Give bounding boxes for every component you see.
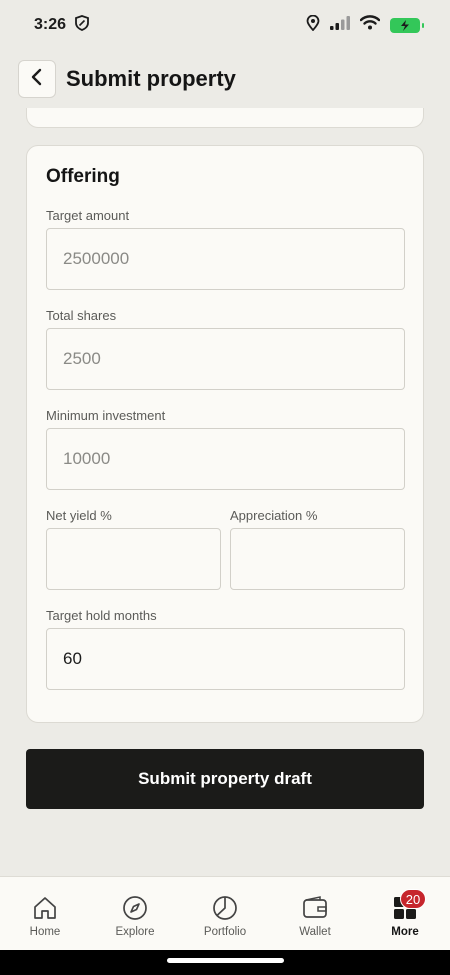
compass-icon: [122, 895, 148, 921]
location-icon: [306, 14, 320, 36]
nav-label-home: Home: [29, 926, 61, 938]
total-shares-input[interactable]: [46, 328, 405, 390]
home-indicator[interactable]: [167, 958, 284, 963]
minimum-investment-input[interactable]: [46, 428, 405, 490]
offering-title: Offering: [46, 166, 120, 187]
previous-section-card: [26, 108, 424, 128]
target-amount-label: Target amount: [46, 208, 130, 223]
wifi-icon: [359, 15, 381, 35]
nav-label-more: More: [391, 926, 419, 938]
nav-label-wallet: Wallet: [299, 926, 331, 938]
status-bar: 3:26: [0, 0, 450, 50]
back-button[interactable]: [18, 60, 56, 98]
nav-label-portfolio: Portfolio: [203, 926, 247, 938]
appreciation-input[interactable]: [230, 528, 405, 590]
header: Submit property: [18, 58, 236, 100]
submit-property-draft-button[interactable]: Submit property draft: [26, 749, 424, 809]
chevron-left-icon: [30, 68, 44, 91]
battery-icon: [390, 17, 424, 33]
pie-chart-icon: [212, 895, 238, 921]
target-hold-months-input[interactable]: [46, 628, 405, 690]
nav-label-explore: Explore: [115, 926, 155, 938]
notification-badge: 20: [400, 889, 426, 909]
nav-item-wallet[interactable]: Wallet: [270, 877, 360, 950]
appreciation-label: Appreciation %: [230, 508, 318, 523]
nav-item-portfolio[interactable]: Portfolio: [180, 877, 270, 950]
target-amount-input[interactable]: [46, 228, 405, 290]
net-yield-input[interactable]: [46, 528, 221, 590]
total-shares-label: Total shares: [46, 308, 117, 323]
status-time: 3:26: [34, 16, 67, 33]
target-hold-months-label: Target hold months: [46, 608, 157, 623]
minimum-investment-label: Minimum investment: [46, 408, 166, 423]
net-yield-label: Net yield %: [46, 508, 112, 523]
offering-card: Offering Target amount Total shares Mini…: [26, 145, 424, 723]
wallet-icon: [302, 895, 328, 921]
nav-item-explore[interactable]: Explore: [90, 877, 180, 950]
page-title: Submit property: [66, 66, 236, 91]
signal-icon: [330, 15, 350, 35]
nav-item-more[interactable]: 20 More: [360, 877, 450, 950]
bottom-nav: Home Explore Portfolio Wallet 20 More: [0, 876, 450, 950]
home-icon: [32, 895, 58, 921]
shield-icon: [75, 14, 89, 36]
nav-item-home[interactable]: Home: [0, 877, 90, 950]
